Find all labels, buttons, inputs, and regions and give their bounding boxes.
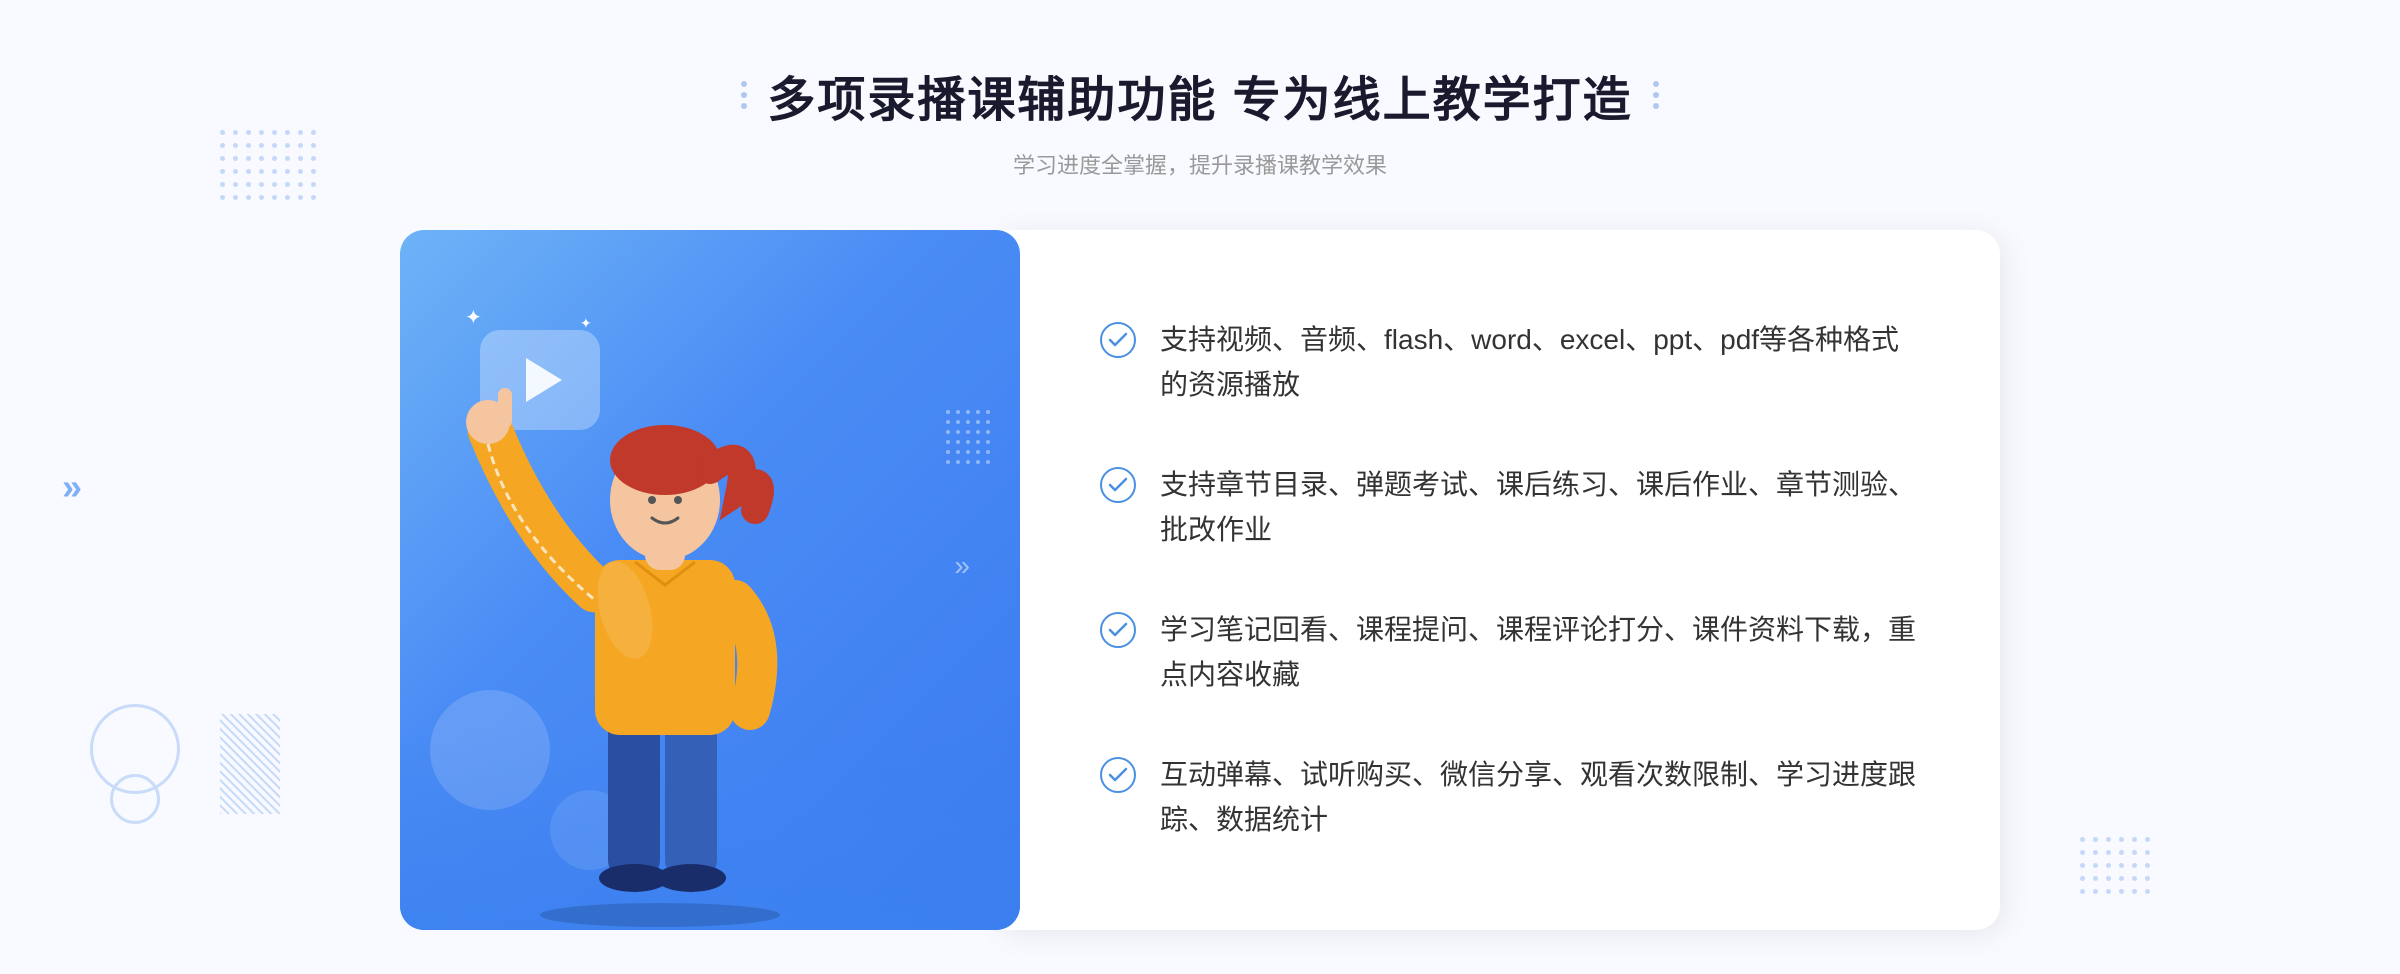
- check-circle-icon-2: [1100, 467, 1136, 503]
- content-area: ✦ ✦ »: [400, 230, 2000, 930]
- person-illustration: [460, 330, 900, 930]
- deco-circle-small: [110, 774, 160, 824]
- feature-item-3: 学习笔记回看、课程提问、课程评论打分、课件资料下载，重点内容收藏: [1100, 608, 1920, 698]
- feature-text-1: 支持视频、音频、flash、word、excel、ppt、pdf等各种格式的资源…: [1160, 318, 1920, 408]
- features-card: 支持视频、音频、flash、word、excel、ppt、pdf等各种格式的资源…: [1000, 230, 2000, 930]
- feature-item-4: 互动弹幕、试听购买、微信分享、观看次数限制、学习进度跟踪、数据统计: [1100, 753, 1920, 843]
- title-decorator-left: [741, 81, 747, 109]
- card-grid-dots: [946, 410, 990, 464]
- check-circle-icon-1: [1100, 322, 1136, 358]
- main-title-wrapper: 多项录播课辅助功能 专为线上教学打造: [741, 60, 1658, 130]
- dots-decoration-top-left: [220, 130, 316, 200]
- illustration-card: ✦ ✦ »: [400, 230, 1020, 930]
- sparkle-icon-1: ✦: [465, 305, 482, 330]
- sub-title: 学习进度全掌握，提升录播课教学效果: [741, 148, 1658, 180]
- feature-item-2: 支持章节目录、弹题考试、课后练习、课后作业、章节测验、批改作业: [1100, 463, 1920, 553]
- header-section: 多项录播课辅助功能 专为线上教学打造 学习进度全掌握，提升录播课教学效果: [741, 60, 1658, 180]
- dots-decoration-bottom-right: [2080, 837, 2150, 894]
- page-wrapper: » 多项录播课辅助功能 专为线上教学打造 学习进度全掌握，提升录播课教学效果 ✦…: [0, 0, 2400, 974]
- stripes-decoration: [220, 714, 280, 814]
- feature-text-4: 互动弹幕、试听购买、微信分享、观看次数限制、学习进度跟踪、数据统计: [1160, 753, 1920, 843]
- feature-text-2: 支持章节目录、弹题考试、课后练习、课后作业、章节测验、批改作业: [1160, 463, 1920, 553]
- feature-item-1: 支持视频、音频、flash、word、excel、ppt、pdf等各种格式的资源…: [1100, 318, 1920, 408]
- title-decorator-right: [1653, 81, 1659, 109]
- check-circle-icon-4: [1100, 757, 1136, 793]
- left-chevron-icon: »: [62, 466, 82, 508]
- card-chevron-icon: »: [954, 550, 970, 582]
- main-title: 多项录播课辅助功能 专为线上教学打造: [767, 60, 1632, 130]
- check-circle-icon-3: [1100, 612, 1136, 648]
- feature-text-3: 学习笔记回看、课程提问、课程评论打分、课件资料下载，重点内容收藏: [1160, 608, 1920, 698]
